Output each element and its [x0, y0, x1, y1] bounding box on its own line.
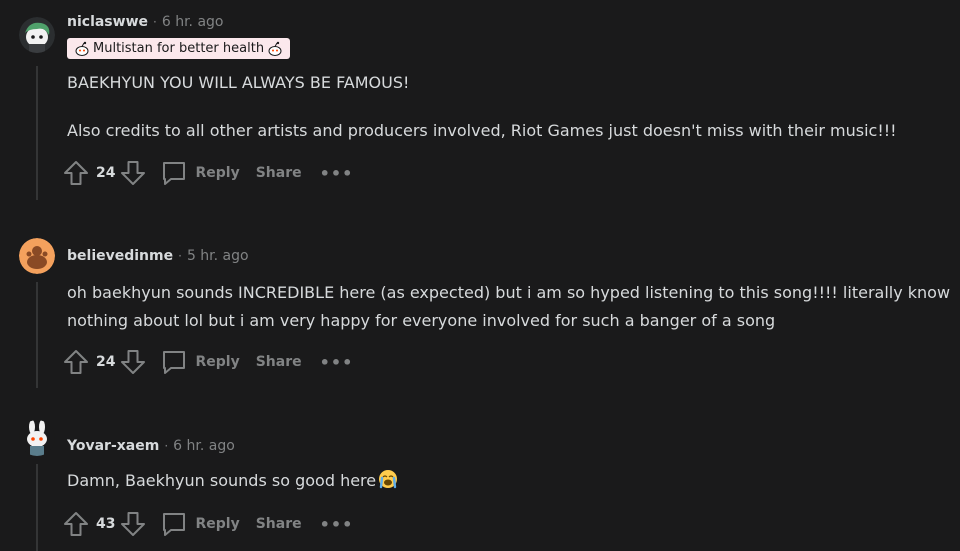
upvote-icon[interactable] — [62, 510, 90, 538]
share-button[interactable]: Share — [256, 516, 302, 532]
downvote-icon[interactable] — [119, 510, 147, 538]
reply-label: Reply — [195, 516, 240, 532]
comment-actions: 43 Reply Share ••• — [62, 508, 353, 540]
meta-separator: · — [164, 439, 169, 453]
comment-meta: Yovar-xaem · 6 hr. ago — [67, 436, 235, 456]
vote-score: 43 — [96, 516, 116, 532]
comment-text: Damn, Baekhyun sounds so good here — [67, 471, 377, 490]
comment-paragraph: Damn, Baekhyun sounds so good here — [67, 467, 957, 495]
comment-body: Damn, Baekhyun sounds so good here — [67, 467, 957, 495]
comment-bubble-icon — [163, 513, 186, 536]
bunny-ears-snoo-avatar-icon — [19, 420, 55, 456]
timestamp[interactable]: 6 hr. ago — [173, 438, 235, 454]
comment: Yovar-xaem · 6 hr. ago Damn, Baekhyun so… — [0, 0, 960, 551]
more-options-button[interactable]: ••• — [320, 515, 354, 534]
loudly-crying-face-emoji-icon — [379, 470, 398, 489]
reply-button[interactable]: Reply — [161, 511, 240, 537]
thread-line[interactable] — [36, 464, 38, 551]
username[interactable]: Yovar-xaem — [67, 438, 159, 454]
avatar[interactable] — [19, 420, 55, 456]
